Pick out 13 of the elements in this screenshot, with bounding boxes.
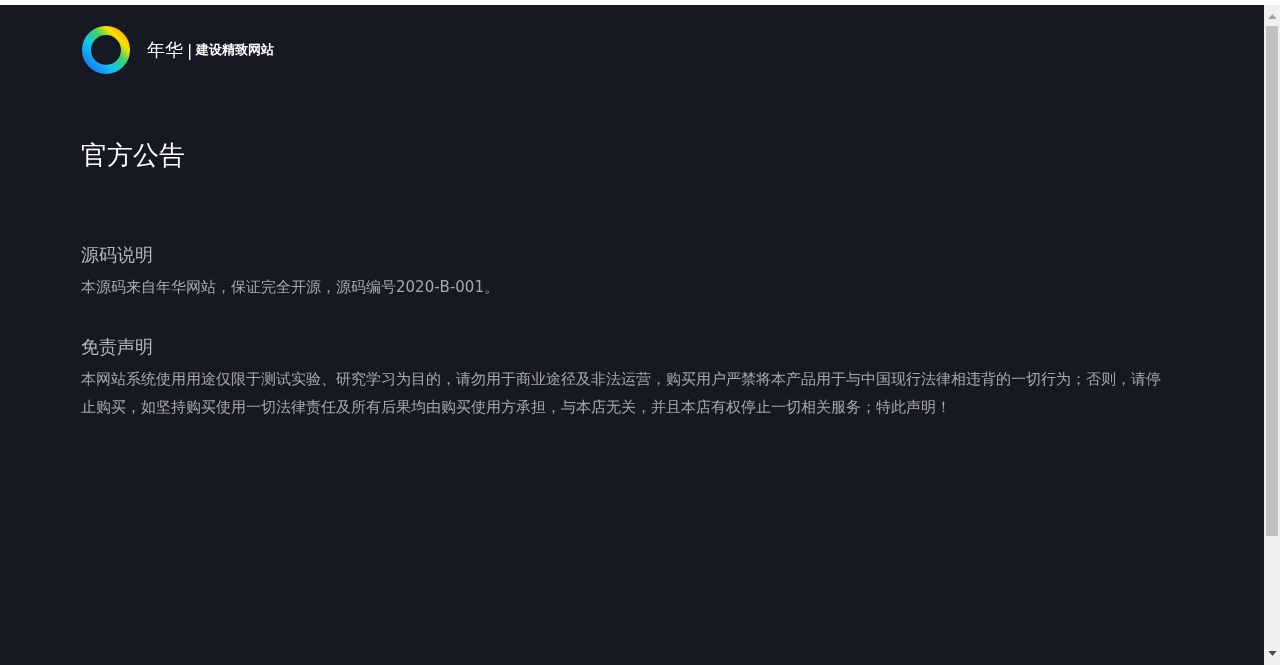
ring-logo-icon bbox=[81, 25, 131, 75]
section-text: 本网站系统使用用途仅限于测试实验、研究学习为目的，请勿用于商业途径及非法运营，购买用户严禁将本产品用于与中国现行法律相违背的一切行为；否则，请停止购买，如坚持购买使用一切法律责任及所有后果均由购买使用方承担，与本店无关，并且本店有权停止一切相关服务；特此声明！ bbox=[81, 369, 1162, 418]
scroll-up-icon[interactable] bbox=[1267, 14, 1277, 19]
scroll-down-icon[interactable] bbox=[1267, 651, 1277, 656]
section-text: 本源码来自年华网站，保证完全开源，源码编号2020-B-001。 bbox=[81, 277, 500, 298]
section-heading: 源码说明 bbox=[81, 243, 154, 267]
brand-name: 年华 bbox=[147, 38, 183, 62]
section-heading: 免责声明 bbox=[81, 335, 154, 359]
scrollbar-thumb[interactable] bbox=[1266, 26, 1278, 536]
page-title: 官方公告 bbox=[81, 139, 186, 172]
separator: | bbox=[187, 40, 193, 60]
slogan: 建设精致网站 bbox=[196, 41, 275, 59]
scrollbar[interactable] bbox=[1264, 5, 1280, 665]
